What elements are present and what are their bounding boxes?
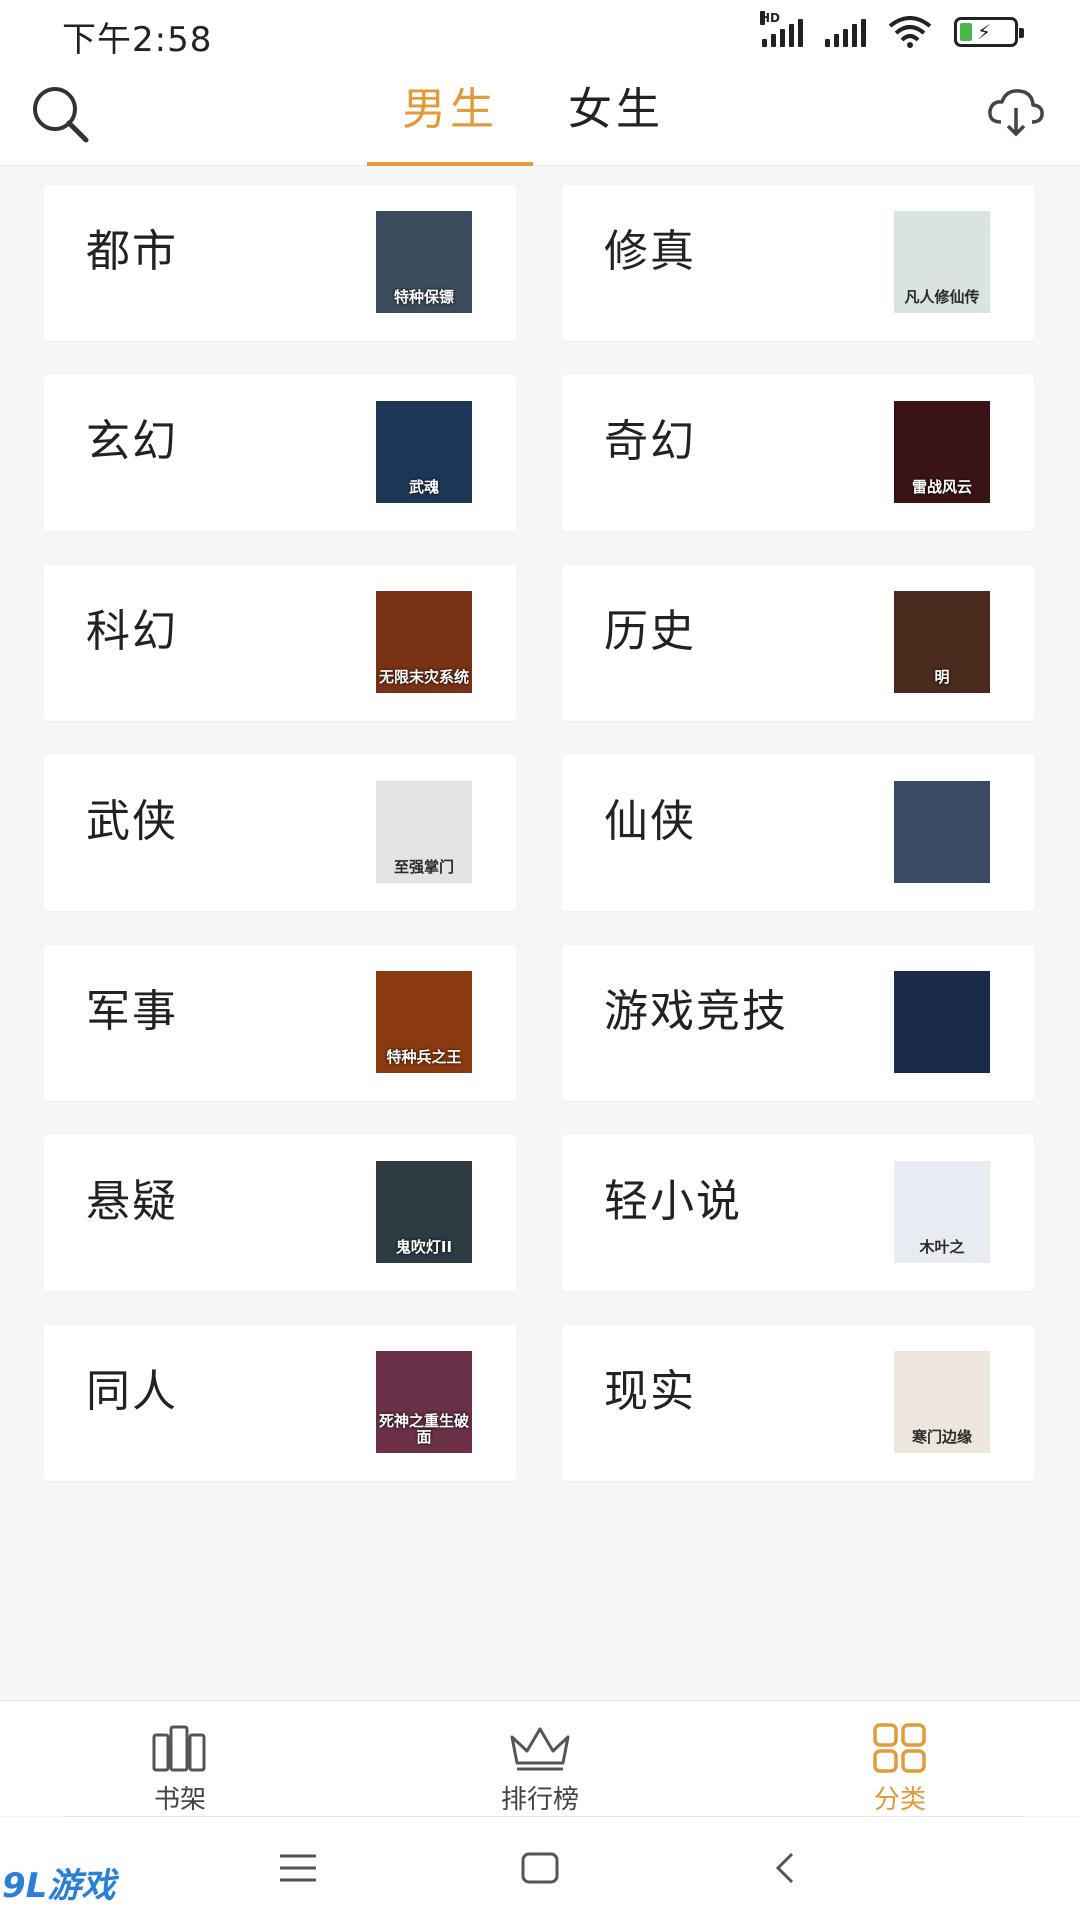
category-label: 历史 [604, 606, 696, 657]
category-label: 轻小说 [604, 1176, 742, 1227]
book-cover: 雷战风云 [894, 401, 990, 503]
category-card-youxijingji[interactable]: 游戏竞技 [562, 945, 1034, 1101]
book-cover: 凡人修仙传 [894, 211, 990, 313]
watermark-logo: 9L游戏 [2, 1866, 116, 1906]
book-cover: 鬼吹灯II [376, 1161, 472, 1263]
book-cover: 特种保镖 [376, 211, 472, 313]
category-label: 同人 [86, 1366, 178, 1417]
category-card-xuanhuan[interactable]: 玄幻 武魂 [44, 375, 516, 531]
signal-icon [825, 17, 866, 47]
category-label: 悬疑 [86, 1176, 178, 1227]
category-label: 仙侠 [604, 796, 696, 847]
book-cover [894, 971, 990, 1073]
category-card-tongren[interactable]: 同人 死神之重生破面 [44, 1325, 516, 1481]
category-label: 奇幻 [604, 416, 696, 467]
category-card-kehuan[interactable]: 科幻 无限末灾系统 [44, 565, 516, 721]
book-cover: 木叶之 [894, 1161, 990, 1263]
cover-title: 雷战风云 [911, 478, 972, 496]
system-nav-bar [0, 1817, 1080, 1920]
signal-hd-icon: HD [760, 11, 803, 47]
category-label: 修真 [604, 226, 696, 277]
cover-title: 寒门边缘 [911, 1428, 972, 1446]
book-cover: 至强掌门 [376, 781, 472, 883]
status-icons: HD ⚡ [760, 11, 1024, 48]
nav-ranking[interactable]: 排行榜 [460, 1723, 620, 1816]
book-cover: 武魂 [376, 401, 472, 503]
cover-title: 木叶之 [919, 1238, 965, 1256]
cover-title [940, 873, 944, 883]
category-label: 都市 [86, 226, 178, 277]
status-time: 下午2:58 [62, 20, 213, 60]
category-label: 现实 [604, 1366, 696, 1417]
category-label: 军事 [86, 986, 178, 1037]
grid-icon [873, 1723, 926, 1773]
category-card-wuxia[interactable]: 武侠 至强掌门 [44, 755, 516, 911]
cover-title: 特种保镖 [393, 288, 454, 306]
cover-title: 凡人修仙传 [904, 288, 980, 306]
nav-label: 书架 [153, 1785, 206, 1815]
category-card-xianxia[interactable]: 仙侠 [562, 755, 1034, 911]
cover-title: 武魂 [408, 478, 439, 496]
book-cover: 明 [894, 591, 990, 693]
gender-tabs: 男生 女生 [367, 64, 699, 166]
book-cover [894, 781, 990, 883]
cover-title: 死神之重生破面 [378, 1412, 469, 1446]
category-card-xuanyi[interactable]: 悬疑 鬼吹灯II [44, 1135, 516, 1291]
category-card-lishi[interactable]: 历史 明 [562, 565, 1034, 721]
bottom-nav: 书架 排行榜 分类 [0, 1700, 1080, 1816]
book-cover: 无限末灾系统 [376, 591, 472, 693]
category-card-xiuzhen[interactable]: 修真 凡人修仙传 [562, 185, 1034, 341]
book-cover: 特种兵之王 [376, 971, 472, 1073]
cover-title [940, 1063, 944, 1073]
category-card-xianshi[interactable]: 现实 寒门边缘 [562, 1325, 1034, 1481]
nav-label: 分类 [873, 1785, 926, 1815]
tab-male[interactable]: 男生 [367, 64, 533, 166]
book-cover: 寒门边缘 [894, 1351, 990, 1453]
book-cover: 死神之重生破面 [376, 1351, 472, 1453]
back-icon[interactable] [770, 1851, 800, 1885]
nav-category[interactable]: 分类 [820, 1723, 980, 1816]
cover-title: 至强掌门 [393, 858, 454, 876]
cover-title: 明 [934, 668, 950, 686]
crown-icon [510, 1727, 570, 1771]
bookshelf-icon [152, 1725, 206, 1772]
cover-title: 特种兵之王 [386, 1048, 462, 1066]
search-icon[interactable] [28, 82, 94, 148]
category-label: 玄幻 [86, 416, 178, 467]
battery-icon: ⚡ [954, 17, 1024, 47]
category-grid: 都市 特种保镖 修真 凡人修仙传 玄幻 武魂 奇幻 雷战风云 科幻 无限末灾系统… [44, 185, 1040, 1481]
category-label: 武侠 [86, 796, 178, 847]
category-label: 游戏竞技 [604, 986, 788, 1037]
menu-icon[interactable] [278, 1851, 318, 1885]
category-card-qingxiaoshuo[interactable]: 轻小说 木叶之 [562, 1135, 1034, 1291]
cover-title: 鬼吹灯II [395, 1238, 453, 1256]
tab-female[interactable]: 女生 [533, 64, 699, 166]
wifi-icon [888, 16, 932, 48]
hd-label: HD [760, 11, 781, 25]
cloud-download-icon[interactable] [986, 86, 1046, 138]
category-card-junshi[interactable]: 军事 特种兵之王 [44, 945, 516, 1101]
category-label: 科幻 [86, 606, 178, 657]
category-card-dushi[interactable]: 都市 特种保镖 [44, 185, 516, 341]
home-icon[interactable] [520, 1851, 560, 1885]
category-card-qihuan[interactable]: 奇幻 雷战风云 [562, 375, 1034, 531]
top-header: 男生 女生 [0, 64, 1080, 166]
app-screen: 下午2:58 HD ⚡ 男生 女生 都市 特种保镖 修真 凡人修仙传 玄幻 武魂… [0, 0, 1080, 1920]
nav-bookshelf[interactable]: 书架 [100, 1723, 260, 1816]
status-bar: 下午2:58 HD ⚡ [0, 0, 1080, 64]
cover-title: 无限末灾系统 [378, 668, 469, 686]
nav-label: 排行榜 [500, 1785, 579, 1815]
